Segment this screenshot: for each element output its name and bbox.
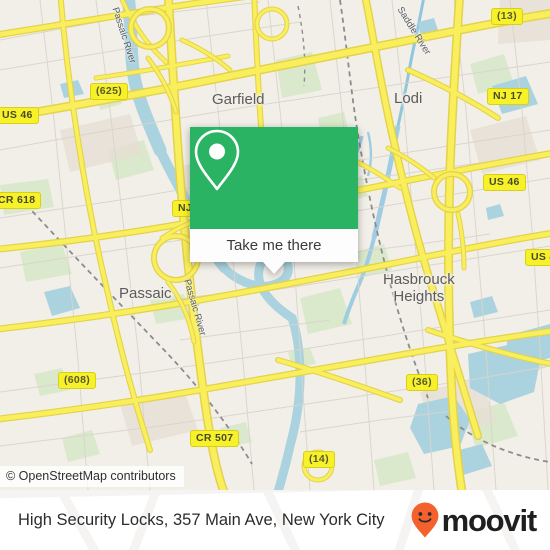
- road-shield-608[interactable]: (608): [58, 372, 97, 389]
- map-attribution: © OpenStreetMap contributors: [0, 466, 184, 487]
- road-shield-nj-17[interactable]: NJ 17: [487, 88, 529, 105]
- road-shield-us-46-west[interactable]: US 46: [0, 107, 39, 124]
- map-label-hasbrouck-heights-line2: Heights: [393, 288, 445, 305]
- moovit-smiley-pin-icon: [411, 502, 438, 538]
- road-shield-14[interactable]: (14): [303, 451, 335, 468]
- take-me-there-button[interactable]: Take me there: [190, 229, 358, 262]
- road-shield-us-46-east[interactable]: US 46: [483, 174, 526, 191]
- map-label-lodi: Lodi: [394, 90, 423, 107]
- moovit-wordmark: moovit: [441, 502, 538, 538]
- road-shield-13[interactable]: (13): [491, 8, 523, 25]
- take-me-there-popup[interactable]: Take me there: [190, 127, 358, 274]
- footer-content: High Security Locks, 357 Main Ave, New Y…: [0, 490, 550, 550]
- road-shield-cr-618[interactable]: CR 618: [0, 192, 42, 209]
- take-me-there-label: Take me there: [226, 237, 322, 254]
- map-canvas[interactable]: Garfield Lodi Passaic Hasbrouck Heights …: [0, 0, 550, 490]
- popup-tail: [263, 262, 285, 274]
- road-shield-36[interactable]: (36): [406, 374, 438, 391]
- map-pin-icon: [194, 129, 240, 191]
- map-label-hasbrouck-heights-line1: Hasbrouck: [383, 271, 455, 288]
- map-label-passaic: Passaic: [119, 285, 172, 302]
- map-label-garfield: Garfield: [212, 91, 265, 108]
- road-shield-625[interactable]: (625): [90, 83, 129, 100]
- popup-icon-area: [190, 127, 358, 229]
- map-label-hasbrouck-heights: Hasbrouck Heights: [383, 271, 455, 305]
- footer-bar: High Security Locks, 357 Main Ave, New Y…: [0, 490, 550, 550]
- location-title: High Security Locks, 357 Main Ave, New Y…: [18, 510, 385, 529]
- moovit-logo[interactable]: moovit: [410, 501, 538, 539]
- moovit-map-screenshot: Garfield Lodi Passaic Hasbrouck Heights …: [0, 0, 550, 550]
- road-shield-us-4[interactable]: US 4: [525, 249, 550, 266]
- road-shield-cr-507[interactable]: CR 507: [190, 430, 240, 447]
